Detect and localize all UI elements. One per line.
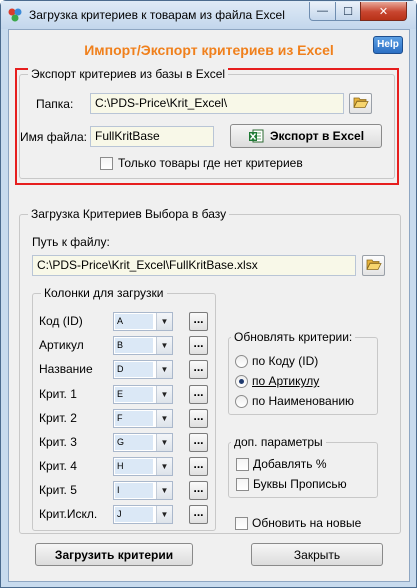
help-button[interactable]: Help	[373, 36, 403, 54]
browse-folder-button[interactable]	[349, 93, 372, 114]
column-label: Код (ID)	[39, 314, 83, 328]
column-select[interactable]: E ▼	[113, 385, 173, 404]
chevron-down-icon: ▼	[156, 386, 172, 403]
column-select[interactable]: G ▼	[113, 433, 173, 452]
chevron-down-icon: ▼	[156, 482, 172, 499]
folder-open-icon	[365, 257, 382, 274]
only-without-criteria-label: Только товары где нет критериев	[118, 156, 303, 170]
column-select[interactable]: F ▼	[113, 409, 173, 428]
column-label: Крит. 1	[39, 387, 77, 401]
columns-group: Колонки для загрузки Код (ID) A ▼ ... Арт…	[32, 286, 216, 531]
dialog-heading: Импорт/Экспорт критериев из Excel	[84, 42, 334, 58]
column-select[interactable]: D ▼	[113, 360, 173, 379]
column-label: Крит.Искл.	[39, 507, 98, 521]
capital-letters-checkbox[interactable]	[236, 478, 249, 491]
app-logo-icon	[7, 7, 23, 23]
column-browse-button[interactable]: ...	[189, 481, 208, 500]
path-label: Путь к файлу:	[32, 235, 110, 249]
update-by-article-radio[interactable]	[235, 375, 248, 388]
chevron-down-icon: ▼	[156, 434, 172, 451]
column-browse-button[interactable]: ...	[189, 433, 208, 452]
column-browse-button[interactable]: ...	[189, 336, 208, 355]
update-by-code-radio[interactable]	[235, 355, 248, 368]
import-path-field[interactable]: C:\PDS-Price\Krit_Excel\FullKritBase.xls…	[32, 255, 356, 276]
extra-params-group: доп. параметры Добавлять % Буквы Пропись…	[228, 435, 378, 498]
folder-label: Папка:	[36, 97, 74, 111]
column-select[interactable]: B ▼	[113, 336, 173, 355]
column-select[interactable]: A ▼	[113, 312, 173, 331]
load-criteria-button[interactable]: Загрузить критерии	[35, 543, 193, 566]
column-label: Крит. 2	[39, 411, 77, 425]
chevron-down-icon: ▼	[156, 337, 172, 354]
column-browse-button[interactable]: ...	[189, 385, 208, 404]
import-group-legend: Загрузка Критериев Выбора в базу	[28, 207, 230, 221]
column-select[interactable]: I ▼	[113, 481, 173, 500]
only-without-criteria-checkbox[interactable]	[100, 157, 113, 170]
chevron-down-icon: ▼	[156, 410, 172, 427]
export-group-legend: Экспорт критериев из базы в Excel	[28, 67, 229, 81]
export-highlight-frame: Экспорт критериев из базы в Excel Папка:…	[15, 67, 399, 185]
update-new-label: Обновить на новые	[252, 516, 362, 530]
close-window-button[interactable]: ✕	[360, 2, 407, 21]
column-label: Название	[39, 362, 93, 376]
column-select[interactable]: H ▼	[113, 457, 173, 476]
excel-icon	[248, 128, 264, 144]
update-by-article-label: по Артикулу	[252, 374, 320, 388]
app-window: Загрузка критериев к товарам из файла Ex…	[0, 0, 417, 588]
title-bar: Загрузка критериев к товарам из файла Ex…	[1, 1, 416, 29]
dialog-body: Импорт/Экспорт критериев из Excel Help Э…	[8, 29, 410, 582]
column-browse-button[interactable]: ...	[189, 312, 208, 331]
close-button[interactable]: Закрыть	[251, 543, 383, 566]
export-button-label: Экспорт в Excel	[269, 129, 365, 143]
column-label: Артикул	[39, 338, 84, 352]
column-label: Крит. 3	[39, 435, 77, 449]
column-select[interactable]: J ▼	[113, 505, 173, 524]
export-group: Экспорт критериев из базы в Excel Папка:…	[19, 67, 395, 179]
capital-letters-label: Буквы Прописью	[253, 477, 347, 491]
extra-params-legend: доп. параметры	[231, 435, 326, 449]
column-label: Крит. 4	[39, 459, 77, 473]
folder-path-field[interactable]: C:\PDS-Price\Krit_Excel\	[90, 93, 344, 114]
maximize-button[interactable]: ☐	[335, 2, 361, 21]
column-browse-button[interactable]: ...	[189, 457, 208, 476]
column-browse-button[interactable]: ...	[189, 505, 208, 524]
import-group: Загрузка Критериев Выбора в базу Путь к …	[19, 207, 401, 534]
browse-file-button[interactable]	[362, 255, 385, 276]
export-to-excel-button[interactable]: Экспорт в Excel	[230, 124, 382, 148]
update-by-code-label: по Коду (ID)	[252, 354, 319, 368]
chevron-down-icon: ▼	[156, 361, 172, 378]
column-label: Крит. 5	[39, 483, 77, 497]
add-percent-label: Добавлять %	[253, 457, 327, 471]
filename-field[interactable]: FullKritBase	[90, 126, 214, 147]
chevron-down-icon: ▼	[156, 458, 172, 475]
column-browse-button[interactable]: ...	[189, 360, 208, 379]
update-new-checkbox[interactable]	[235, 517, 248, 530]
minimize-button[interactable]: —	[309, 2, 336, 21]
update-by-name-label: по Наименованию	[252, 394, 355, 408]
folder-open-icon	[352, 95, 369, 112]
update-criteria-legend: Обновлять критерии:	[231, 330, 356, 344]
update-criteria-group: Обновлять критерии: по Коду (ID) по Арти…	[228, 330, 378, 415]
column-browse-button[interactable]: ...	[189, 409, 208, 428]
chevron-down-icon: ▼	[156, 506, 172, 523]
chevron-down-icon: ▼	[156, 313, 172, 330]
columns-group-legend: Колонки для загрузки	[41, 286, 167, 300]
add-percent-checkbox[interactable]	[236, 458, 249, 471]
filename-label: Имя файла:	[20, 130, 87, 144]
window-title: Загрузка критериев к товарам из файла Ex…	[29, 8, 285, 22]
update-by-name-radio[interactable]	[235, 395, 248, 408]
